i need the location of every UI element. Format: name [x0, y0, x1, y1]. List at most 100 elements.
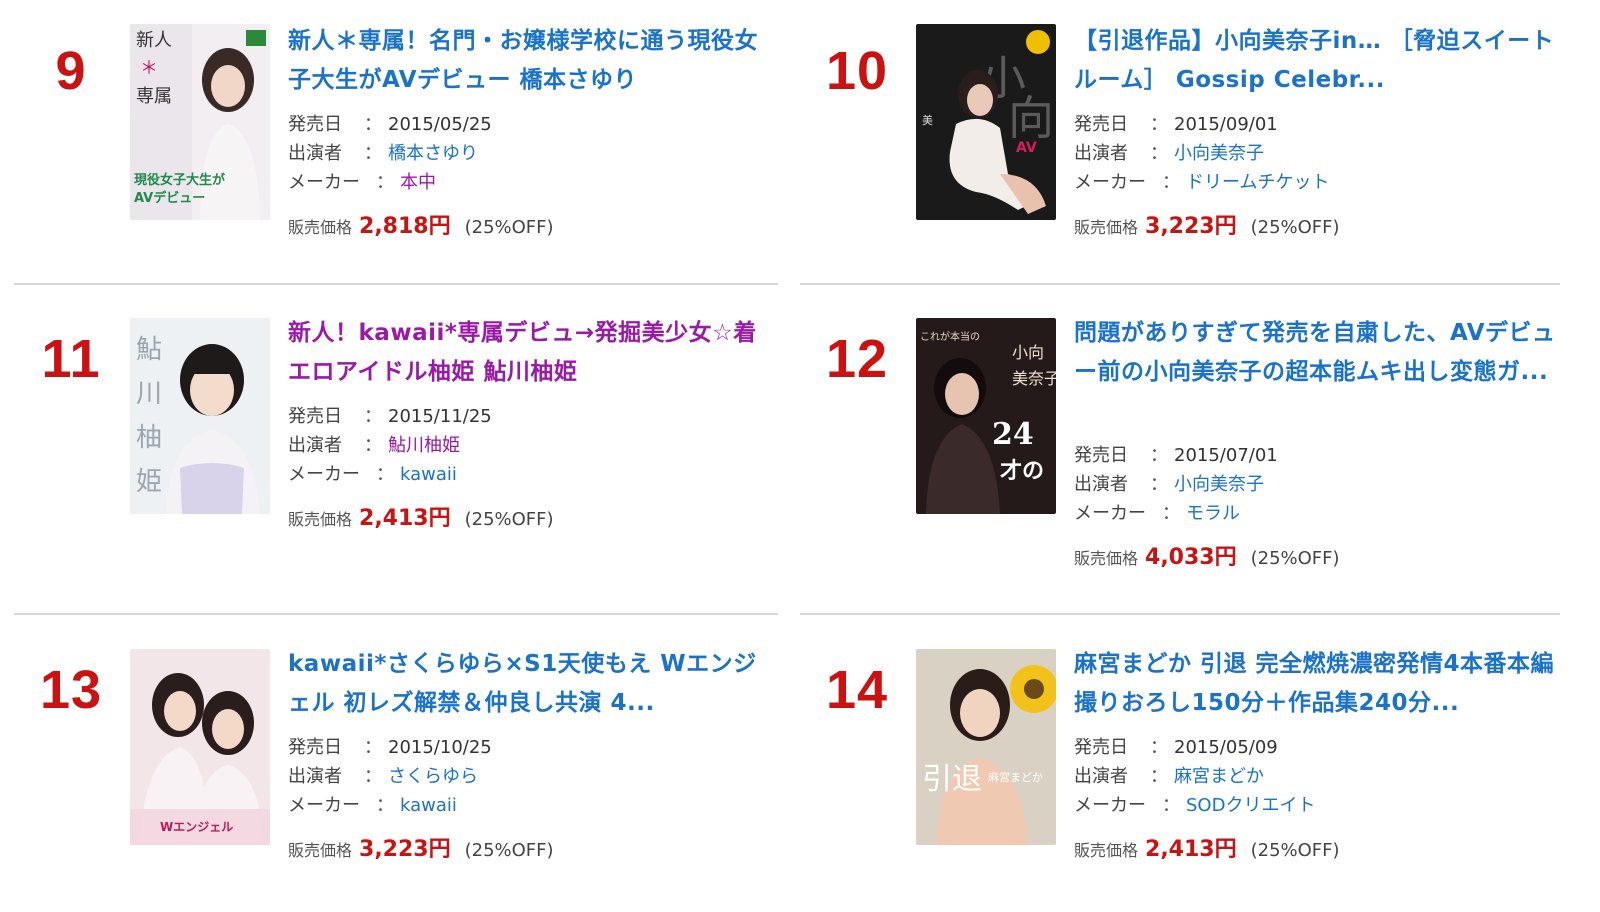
item-title-link[interactable]: kawaii*さくらゆら×S1天使もえ Wエンジェル 初レズ解禁＆仲良し共演 4…	[288, 645, 778, 723]
discount-badge: (25%OFF)	[1250, 217, 1340, 238]
item-info: 問題がありすぎて発売を自粛した、AVデビュー前の小向美奈子の超本能ムキ出し変態ガ…	[1074, 314, 1564, 571]
price-value: 3,223円	[1145, 214, 1237, 239]
cover-image-icon: 鮎 川 柚 姫	[130, 318, 270, 514]
svg-text:引退: 引退	[922, 762, 982, 797]
cast-label: 出演者	[1074, 766, 1128, 787]
rank-number: 14	[825, 660, 889, 720]
svg-text:AVデビュー: AVデビュー	[134, 190, 205, 206]
price-value: 2,818円	[359, 214, 451, 239]
release-date: 2015/05/09	[1174, 737, 1278, 758]
cast-label: 出演者	[288, 143, 342, 164]
price-value: 3,223円	[359, 837, 451, 862]
svg-text:柚: 柚	[136, 423, 162, 453]
row-divider	[800, 283, 1560, 285]
item-title-link[interactable]: 麻宮まどか 引退 完全燃焼濃密発情4本番本編撮りおろし150分＋作品集240分.…	[1074, 645, 1564, 723]
item-meta: 発売日： 2015/10/25 出演者：さくらゆら メーカー： kawaii	[288, 733, 778, 820]
svg-text:向: 向	[1008, 91, 1054, 145]
svg-text:専属: 専属	[136, 86, 172, 107]
discount-badge: (25%OFF)	[464, 840, 554, 861]
price-label: 販売価格	[1074, 549, 1139, 568]
price-value: 2,413円	[359, 506, 451, 531]
maker-link[interactable]: kawaii	[400, 791, 457, 820]
cast-link[interactable]: 小向美奈子	[1174, 139, 1264, 168]
rank-number: 10	[825, 41, 889, 101]
maker-link[interactable]: SODクリエイト	[1186, 791, 1315, 820]
price-label: 販売価格	[1074, 841, 1139, 860]
release-date-label: 発売日	[288, 114, 342, 135]
cast-label: 出演者	[1074, 143, 1128, 164]
rank-number: 13	[39, 660, 103, 720]
svg-text:Wエンジェル: Wエンジェル	[160, 820, 233, 834]
item-meta: 発売日： 2015/09/01 出演者：小向美奈子 メーカー：ドリームチケット	[1074, 110, 1564, 197]
svg-text:鮎: 鮎	[136, 335, 162, 365]
row-divider	[14, 283, 778, 285]
svg-text:小向: 小向	[1012, 343, 1044, 362]
price-value: 2,413円	[1145, 837, 1237, 862]
item-meta: 発売日： 2015/05/09 出演者：麻宮まどか メーカー： SODクリエイト	[1074, 733, 1564, 820]
maker-link[interactable]: 本中	[400, 168, 436, 197]
item-title-link[interactable]: 新人＊専属！名門・お嬢様学校に通う現役女子大生がAVデビュー 橋本さゆり	[288, 22, 778, 100]
svg-text:姫: 姫	[136, 467, 162, 497]
row-divider	[800, 613, 1560, 615]
discount-badge: (25%OFF)	[1250, 548, 1340, 569]
svg-text:美奈子: 美奈子	[1012, 369, 1056, 388]
release-date-label: 発売日	[1074, 737, 1128, 758]
cover-thumbnail[interactable]: 24 才の 小向 美奈子 これが本当の	[916, 318, 1056, 514]
svg-text:川: 川	[136, 379, 162, 409]
cast-link[interactable]: 鮎川柚姫	[388, 431, 460, 460]
item-info: kawaii*さくらゆら×S1天使もえ Wエンジェル 初レズ解禁＆仲良し共演 4…	[288, 645, 778, 863]
cast-link[interactable]: 小向美奈子	[1174, 470, 1264, 499]
maker-link[interactable]: モラル	[1186, 499, 1240, 528]
price-label: 販売価格	[288, 510, 353, 529]
maker-label: メーカー	[288, 172, 360, 193]
price-label: 販売価格	[288, 218, 353, 237]
cover-thumbnail[interactable]: Wエンジェル	[130, 649, 270, 845]
maker-label: メーカー	[1074, 795, 1146, 816]
release-date: 2015/10/25	[388, 737, 492, 758]
maker-label: メーカー	[1074, 503, 1146, 524]
price-row: 販売価格 4,033円 (25%OFF)	[1074, 539, 1564, 571]
price-label: 販売価格	[288, 841, 353, 860]
item-title-link[interactable]: 【引退作品】小向美奈子in… ［脅迫スイートルーム］ Gossip Celebr…	[1074, 22, 1564, 100]
item-title-link[interactable]: 問題がありすぎて発売を自粛した、AVデビュー前の小向美奈子の超本能ムキ出し変態ガ…	[1074, 314, 1564, 431]
price-value: 4,033円	[1145, 545, 1237, 570]
cover-image-icon: 引退 麻宮まどか	[916, 649, 1056, 845]
release-date: 2015/05/25	[388, 114, 492, 135]
cover-thumbnail[interactable]: 鮎 川 柚 姫	[130, 318, 270, 514]
cast-label: 出演者	[1074, 474, 1128, 495]
release-date-label: 発売日	[1074, 114, 1128, 135]
maker-link[interactable]: ドリームチケット	[1186, 168, 1329, 197]
rank-number: 9	[55, 41, 87, 101]
release-date: 2015/09/01	[1174, 114, 1278, 135]
price-row: 販売価格 2,413円 (25%OFF)	[288, 500, 778, 532]
svg-text:新人: 新人	[136, 30, 172, 51]
cover-thumbnail[interactable]: 新人 ＊ 専属 現役女子大生が AVデビュー	[130, 24, 270, 220]
svg-text:麻宮まどか: 麻宮まどか	[988, 770, 1043, 784]
cast-label: 出演者	[288, 766, 342, 787]
rank-number: 12	[825, 329, 889, 389]
svg-text:才の: 才の	[1000, 458, 1044, 484]
cast-link[interactable]: さくらゆら	[388, 762, 478, 791]
cast-link[interactable]: 麻宮まどか	[1174, 762, 1264, 791]
item-info: 【引退作品】小向美奈子in… ［脅迫スイートルーム］ Gossip Celebr…	[1074, 22, 1564, 240]
maker-label: メーカー	[288, 464, 360, 485]
price-label: 販売価格	[1074, 218, 1139, 237]
price-row: 販売価格 2,818円 (25%OFF)	[288, 208, 778, 240]
svg-text:これが本当の: これが本当の	[920, 330, 980, 343]
maker-link[interactable]: kawaii	[400, 460, 457, 489]
item-meta: 発売日： 2015/05/25 出演者：橋本さゆり メーカー：本中	[288, 110, 778, 197]
svg-text:＊: ＊	[140, 58, 158, 79]
item-info: 麻宮まどか 引退 完全燃焼濃密発情4本番本編撮りおろし150分＋作品集240分.…	[1074, 645, 1564, 863]
row-divider	[14, 613, 778, 615]
release-date-label: 発売日	[288, 737, 342, 758]
discount-badge: (25%OFF)	[464, 509, 554, 530]
discount-badge: (25%OFF)	[1250, 840, 1340, 861]
release-date: 2015/07/01	[1174, 445, 1278, 466]
cover-image-icon: 新人 ＊ 専属 現役女子大生が AVデビュー	[130, 24, 270, 220]
cover-thumbnail[interactable]: 小 向 美 AV	[916, 24, 1056, 220]
svg-text:24: 24	[992, 417, 1034, 452]
item-title-link[interactable]: 新人！kawaii*専属デビュ→発掘美少女☆着エロアイドル柚姫 鮎川柚姫	[288, 314, 778, 392]
cast-link[interactable]: 橋本さゆり	[388, 139, 478, 168]
discount-badge: (25%OFF)	[464, 217, 554, 238]
cover-thumbnail[interactable]: 引退 麻宮まどか	[916, 649, 1056, 845]
